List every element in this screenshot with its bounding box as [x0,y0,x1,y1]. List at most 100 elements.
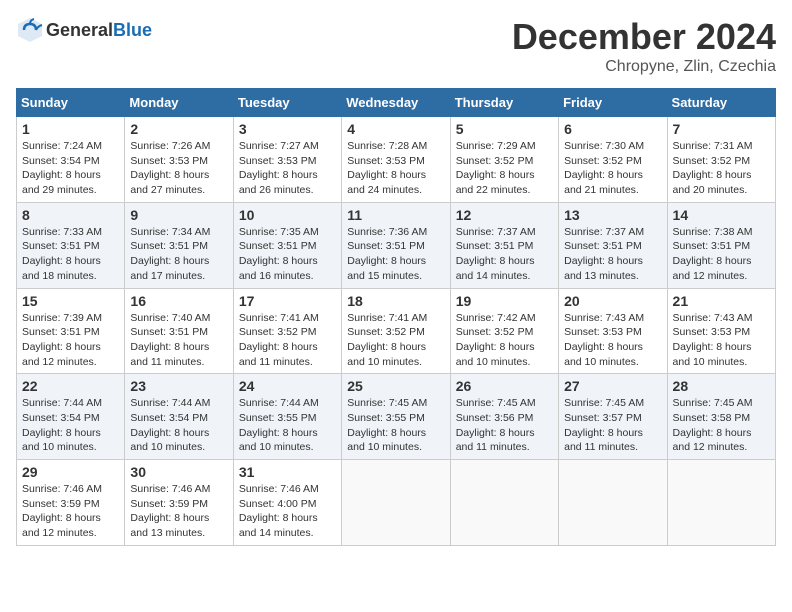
day-info: Sunrise: 7:46 AM Sunset: 3:59 PM Dayligh… [130,482,227,541]
table-cell: 8Sunrise: 7:33 AM Sunset: 3:51 PM Daylig… [17,202,125,288]
day-number: 15 [22,293,119,309]
day-number: 10 [239,207,336,223]
calendar-header-row: Sunday Monday Tuesday Wednesday Thursday… [17,89,776,117]
table-cell: 7 Sunrise: 7:31 AM Sunset: 3:52 PM Daylig… [667,117,775,203]
day-number: 3 [239,121,336,137]
day-info: Sunrise: 7:46 AM Sunset: 3:59 PM Dayligh… [22,482,119,541]
day-number: 30 [130,464,227,480]
page-header: GeneralBlue December 2024 Chropyne, Zlin… [16,16,776,76]
day-info: Sunrise: 7:45 AM Sunset: 3:56 PM Dayligh… [456,396,553,455]
table-cell: 20Sunrise: 7:43 AM Sunset: 3:53 PM Dayli… [559,288,667,374]
calendar-row: 29 Sunrise: 7:46 AM Sunset: 3:59 PM Dayli… [17,460,776,546]
title-area: December 2024 Chropyne, Zlin, Czechia [512,16,776,76]
table-cell [559,460,667,546]
table-cell: 17Sunrise: 7:41 AM Sunset: 3:52 PM Dayli… [233,288,341,374]
col-saturday: Saturday [667,89,775,117]
table-cell: 5 Sunrise: 7:29 AM Sunset: 3:52 PM Daylig… [450,117,558,203]
day-number: 13 [564,207,661,223]
calendar-row: 15Sunrise: 7:39 AM Sunset: 3:51 PM Dayli… [17,288,776,374]
day-number: 27 [564,378,661,394]
day-info: Sunrise: 7:35 AM Sunset: 3:51 PM Dayligh… [239,225,336,284]
day-info: Sunrise: 7:45 AM Sunset: 3:57 PM Dayligh… [564,396,661,455]
day-info: Sunrise: 7:27 AM Sunset: 3:53 PM Dayligh… [239,139,336,198]
table-cell: 14 Sunrise: 7:38 AM Sunset: 3:51 PM Dayli… [667,202,775,288]
table-cell: 2 Sunrise: 7:26 AM Sunset: 3:53 PM Daylig… [125,117,233,203]
day-number: 18 [347,293,444,309]
table-cell: 30 Sunrise: 7:46 AM Sunset: 3:59 PM Dayli… [125,460,233,546]
day-info: Sunrise: 7:33 AM Sunset: 3:51 PM Dayligh… [22,225,119,284]
table-cell: 4Sunrise: 7:28 AM Sunset: 3:53 PM Daylig… [342,117,450,203]
table-cell: 28Sunrise: 7:45 AM Sunset: 3:58 PM Dayli… [667,374,775,460]
day-number: 14 [673,207,770,223]
month-title: December 2024 [512,16,776,58]
table-cell: 26 Sunrise: 7:45 AM Sunset: 3:56 PM Dayli… [450,374,558,460]
logo-blue: Blue [113,20,152,40]
table-cell [450,460,558,546]
day-number: 31 [239,464,336,480]
col-wednesday: Wednesday [342,89,450,117]
table-cell: 12Sunrise: 7:37 AM Sunset: 3:51 PM Dayli… [450,202,558,288]
calendar-table: Sunday Monday Tuesday Wednesday Thursday… [16,88,776,546]
table-cell: 27 Sunrise: 7:45 AM Sunset: 3:57 PM Dayli… [559,374,667,460]
day-number: 23 [130,378,227,394]
table-cell: 6Sunrise: 7:30 AM Sunset: 3:52 PM Daylig… [559,117,667,203]
col-thursday: Thursday [450,89,558,117]
table-cell: 1Sunrise: 7:24 AM Sunset: 3:54 PM Daylig… [17,117,125,203]
table-cell: 3 Sunrise: 7:27 AM Sunset: 3:53 PM Daylig… [233,117,341,203]
col-sunday: Sunday [17,89,125,117]
day-info: Sunrise: 7:37 AM Sunset: 3:51 PM Dayligh… [456,225,553,284]
calendar-row: 22Sunrise: 7:44 AM Sunset: 3:54 PM Dayli… [17,374,776,460]
day-info: Sunrise: 7:44 AM Sunset: 3:54 PM Dayligh… [22,396,119,455]
table-cell: 21Sunrise: 7:43 AM Sunset: 3:53 PM Dayli… [667,288,775,374]
day-number: 25 [347,378,444,394]
col-tuesday: Tuesday [233,89,341,117]
day-info: Sunrise: 7:26 AM Sunset: 3:53 PM Dayligh… [130,139,227,198]
day-info: Sunrise: 7:37 AM Sunset: 3:51 PM Dayligh… [564,225,661,284]
day-info: Sunrise: 7:41 AM Sunset: 3:52 PM Dayligh… [347,311,444,370]
day-info: Sunrise: 7:28 AM Sunset: 3:53 PM Dayligh… [347,139,444,198]
col-monday: Monday [125,89,233,117]
day-info: Sunrise: 7:45 AM Sunset: 3:58 PM Dayligh… [673,396,770,455]
day-info: Sunrise: 7:40 AM Sunset: 3:51 PM Dayligh… [130,311,227,370]
calendar-row: 1Sunrise: 7:24 AM Sunset: 3:54 PM Daylig… [17,117,776,203]
table-cell: 9Sunrise: 7:34 AM Sunset: 3:51 PM Daylig… [125,202,233,288]
logo: GeneralBlue [16,16,152,44]
day-info: Sunrise: 7:46 AM Sunset: 4:00 PM Dayligh… [239,482,336,541]
logo-general: General [46,20,113,40]
table-cell: 10 Sunrise: 7:35 AM Sunset: 3:51 PM Dayli… [233,202,341,288]
day-number: 5 [456,121,553,137]
day-info: Sunrise: 7:45 AM Sunset: 3:55 PM Dayligh… [347,396,444,455]
table-cell: 25 Sunrise: 7:45 AM Sunset: 3:55 PM Dayli… [342,374,450,460]
table-cell: 23 Sunrise: 7:44 AM Sunset: 3:54 PM Dayli… [125,374,233,460]
day-number: 29 [22,464,119,480]
day-info: Sunrise: 7:34 AM Sunset: 3:51 PM Dayligh… [130,225,227,284]
day-info: Sunrise: 7:36 AM Sunset: 3:51 PM Dayligh… [347,225,444,284]
day-number: 11 [347,207,444,223]
table-cell: 13 Sunrise: 7:37 AM Sunset: 3:51 PM Dayli… [559,202,667,288]
day-info: Sunrise: 7:43 AM Sunset: 3:53 PM Dayligh… [673,311,770,370]
day-info: Sunrise: 7:38 AM Sunset: 3:51 PM Dayligh… [673,225,770,284]
day-info: Sunrise: 7:44 AM Sunset: 3:54 PM Dayligh… [130,396,227,455]
day-info: Sunrise: 7:31 AM Sunset: 3:52 PM Dayligh… [673,139,770,198]
logo-icon [16,16,44,44]
day-info: Sunrise: 7:42 AM Sunset: 3:52 PM Dayligh… [456,311,553,370]
day-info: Sunrise: 7:43 AM Sunset: 3:53 PM Dayligh… [564,311,661,370]
table-cell: 24Sunrise: 7:44 AM Sunset: 3:55 PM Dayli… [233,374,341,460]
calendar-row: 8Sunrise: 7:33 AM Sunset: 3:51 PM Daylig… [17,202,776,288]
table-cell: 31 Sunrise: 7:46 AM Sunset: 4:00 PM Dayli… [233,460,341,546]
table-cell: 29 Sunrise: 7:46 AM Sunset: 3:59 PM Dayli… [17,460,125,546]
day-info: Sunrise: 7:41 AM Sunset: 3:52 PM Dayligh… [239,311,336,370]
day-number: 16 [130,293,227,309]
table-cell [667,460,775,546]
day-number: 7 [673,121,770,137]
day-number: 1 [22,121,119,137]
table-cell [342,460,450,546]
day-number: 2 [130,121,227,137]
location-title: Chropyne, Zlin, Czechia [512,58,776,76]
table-cell: 18 Sunrise: 7:41 AM Sunset: 3:52 PM Dayli… [342,288,450,374]
table-cell: 15Sunrise: 7:39 AM Sunset: 3:51 PM Dayli… [17,288,125,374]
day-info: Sunrise: 7:29 AM Sunset: 3:52 PM Dayligh… [456,139,553,198]
col-friday: Friday [559,89,667,117]
day-number: 26 [456,378,553,394]
table-cell: 22Sunrise: 7:44 AM Sunset: 3:54 PM Dayli… [17,374,125,460]
